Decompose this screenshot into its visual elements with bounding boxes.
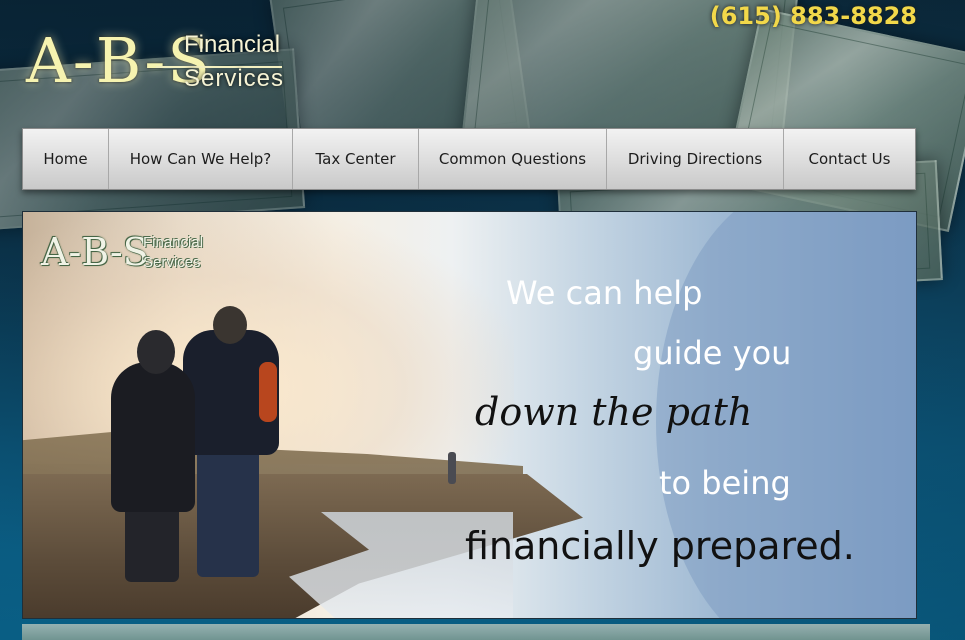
tagline-line-1: We can help: [506, 274, 703, 312]
man-head: [213, 306, 247, 344]
hero-banner: A-B-S Financial Services We can help gui…: [22, 211, 917, 619]
bottom-money-strip: [22, 624, 930, 640]
banner-logo-services: Services: [143, 254, 201, 271]
nav-item-common-questions[interactable]: Common Questions: [419, 129, 607, 189]
tagline-line-2: guide you: [633, 334, 792, 372]
banner-logo-abs: A-B-S: [41, 230, 149, 274]
nav-item-contact-us[interactable]: Contact Us: [784, 129, 915, 189]
phone-number[interactable]: (615) 883-8828: [710, 2, 917, 30]
logo-word-services: Services: [184, 65, 285, 92]
tagline-line-4: to being: [659, 464, 791, 502]
tagline-line-5: financially prepared.: [465, 524, 855, 568]
banner-logo: A-B-S Financial Services: [41, 230, 221, 278]
nav-item-how-can-we-help[interactable]: How Can We Help?: [109, 129, 293, 189]
site-logo[interactable]: A-B-S Financial Services: [26, 26, 296, 96]
man-jacket-accent: [259, 362, 277, 422]
nav-item-home[interactable]: Home: [23, 129, 109, 189]
banner-logo-financial: Financial: [143, 234, 204, 251]
woman-head: [137, 330, 175, 374]
man-legs: [197, 447, 259, 577]
woman-legs: [125, 502, 179, 582]
tagline-line-3: down the path: [475, 390, 753, 434]
woman-silhouette: [111, 362, 195, 512]
main-navigation: Home How Can We Help? Tax Center Common …: [22, 128, 916, 190]
logo-word-financial: Financial: [184, 31, 281, 58]
distant-walker: [448, 452, 456, 484]
nav-item-tax-center[interactable]: Tax Center: [293, 129, 419, 189]
nav-item-driving-directions[interactable]: Driving Directions: [607, 129, 784, 189]
